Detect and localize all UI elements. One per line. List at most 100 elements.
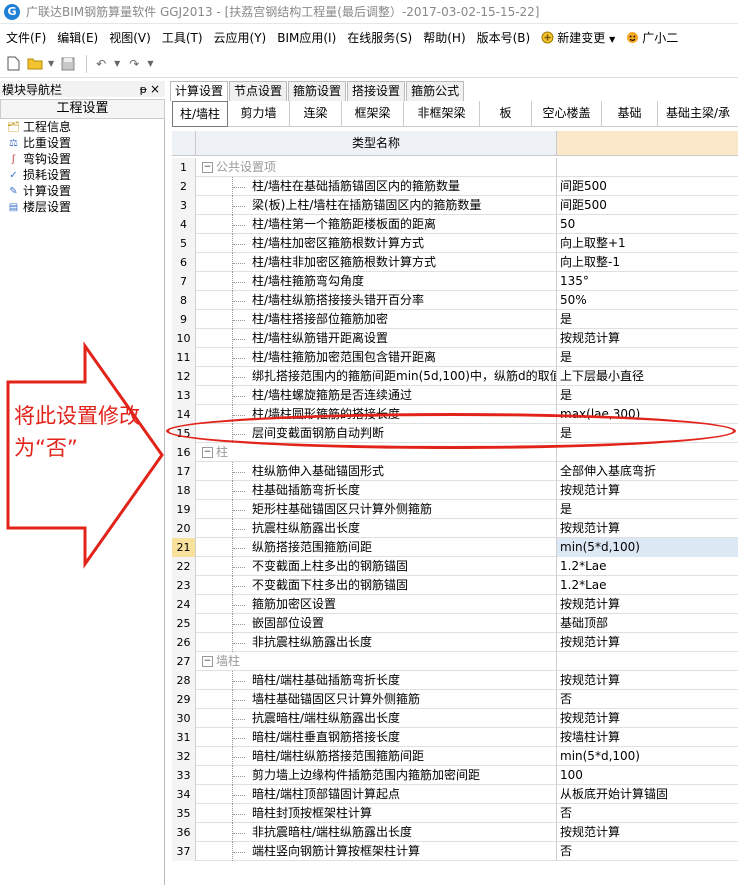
- subtab-nonframe-beam[interactable]: 非框架梁: [404, 101, 480, 127]
- menu-view[interactable]: 视图(V): [109, 29, 151, 46]
- setting-value-cell[interactable]: 135°: [557, 272, 738, 291]
- collapse-toggle-icon[interactable]: −: [202, 656, 213, 667]
- table-row[interactable]: 31 暗柱/端柱垂直钢筋搭接长度 按墙柱计算: [172, 728, 738, 747]
- table-row[interactable]: 20 抗震柱纵筋露出长度 按规范计算: [172, 519, 738, 538]
- table-row[interactable]: 10 柱/墙柱纵筋错开距离设置 按规范计算: [172, 329, 738, 348]
- chevron-down-icon[interactable]: ▼: [114, 59, 120, 68]
- setting-value-cell[interactable]: 50%: [557, 291, 738, 310]
- table-row[interactable]: 18 柱基础插筋弯折长度 按规范计算: [172, 481, 738, 500]
- undo-button[interactable]: ↶: [92, 55, 110, 73]
- new-file-button[interactable]: [4, 55, 22, 73]
- table-row[interactable]: 24 箍筋加密区设置 按规范计算: [172, 595, 738, 614]
- menu-online[interactable]: 在线服务(S): [347, 29, 412, 46]
- group-row[interactable]: 27− 墙柱: [172, 652, 738, 671]
- setting-value-cell[interactable]: max(lae,300): [557, 405, 738, 424]
- table-row[interactable]: 19 矩形柱基础锚固区只计算外侧箍筋 是: [172, 500, 738, 519]
- open-folder-button[interactable]: [26, 55, 44, 73]
- table-row[interactable]: 5 柱/墙柱加密区箍筋根数计算方式 向上取整+1: [172, 234, 738, 253]
- subtab-coupling-beam[interactable]: 连梁: [290, 101, 342, 127]
- setting-value-cell[interactable]: 间距500: [557, 196, 738, 215]
- setting-value-cell[interactable]: 按规范计算: [557, 481, 738, 500]
- setting-value-cell[interactable]: 是: [557, 424, 738, 443]
- menu-tools[interactable]: 工具(T): [162, 29, 203, 46]
- setting-value-cell[interactable]: 按规范计算: [557, 709, 738, 728]
- setting-value-cell[interactable]: 100: [557, 766, 738, 785]
- setting-value-cell[interactable]: 1.2*Lae: [557, 557, 738, 576]
- setting-value-cell[interactable]: 是: [557, 500, 738, 519]
- setting-value-cell[interactable]: min(5*d,100): [557, 538, 738, 557]
- setting-value-cell[interactable]: 是: [557, 386, 738, 405]
- table-row[interactable]: 32 暗柱/端柱纵筋搭接范围箍筋间距 min(5*d,100): [172, 747, 738, 766]
- tab-node-settings[interactable]: 节点设置: [229, 81, 288, 101]
- subtab-hollow-floor[interactable]: 空心楼盖: [532, 101, 602, 127]
- table-row[interactable]: 8 柱/墙柱纵筋搭接接头错开百分率 50%: [172, 291, 738, 310]
- tree-item-floor[interactable]: ▤ 楼层设置: [0, 199, 164, 215]
- setting-value-cell[interactable]: 否: [557, 690, 738, 709]
- subtab-slab[interactable]: 板: [480, 101, 532, 127]
- setting-value-cell[interactable]: 否: [557, 842, 738, 861]
- subtab-foundation-beam[interactable]: 基础主梁/承: [658, 101, 738, 127]
- setting-value-cell[interactable]: 按规范计算: [557, 823, 738, 842]
- table-row[interactable]: 22 不变截面上柱多出的钢筋锚固 1.2*Lae: [172, 557, 738, 576]
- menu-new-change[interactable]: 新建变更 ▼: [541, 29, 615, 46]
- group-row[interactable]: 1− 公共设置项: [172, 158, 738, 177]
- setting-value-cell[interactable]: 是: [557, 348, 738, 367]
- setting-value-cell[interactable]: 50: [557, 215, 738, 234]
- subtab-foundation[interactable]: 基础: [602, 101, 658, 127]
- table-row[interactable]: 25 嵌固部位设置 基础顶部: [172, 614, 738, 633]
- menu-bim[interactable]: BIM应用(I): [277, 29, 336, 46]
- collapse-toggle-icon[interactable]: −: [202, 447, 213, 458]
- table-row[interactable]: 36 非抗震暗柱/端柱纵筋露出长度 按规范计算: [172, 823, 738, 842]
- table-row[interactable]: 37 端柱竖向钢筋计算按框架柱计算 否: [172, 842, 738, 861]
- table-row[interactable]: 23 不变截面下柱多出的钢筋锚固 1.2*Lae: [172, 576, 738, 595]
- setting-value-cell[interactable]: 基础顶部: [557, 614, 738, 633]
- redo-button[interactable]: ↷: [125, 55, 143, 73]
- table-row[interactable]: 28 暗柱/端柱基础插筋弯折长度 按规范计算: [172, 671, 738, 690]
- setting-value-cell[interactable]: 1.2*Lae: [557, 576, 738, 595]
- table-row[interactable]: 11 柱/墙柱箍筋加密范围包含错开距离 是: [172, 348, 738, 367]
- group-row[interactable]: 16− 柱: [172, 443, 738, 462]
- nav-tab-project-settings[interactable]: 工程设置: [0, 99, 165, 119]
- table-row[interactable]: 13 柱/墙柱螺旋箍筋是否连续通过 是: [172, 386, 738, 405]
- setting-value-cell[interactable]: 按规范计算: [557, 671, 738, 690]
- table-row[interactable]: 9 柱/墙柱搭接部位箍筋加密 是: [172, 310, 738, 329]
- tab-stirrup-settings[interactable]: 箍筋设置: [288, 81, 347, 101]
- table-row[interactable]: 26 非抗震柱纵筋露出长度 按规范计算: [172, 633, 738, 652]
- table-row[interactable]: 14 柱/墙柱圆形箍筋的搭接长度 max(lae,300): [172, 405, 738, 424]
- setting-value-cell[interactable]: 上下层最小直径: [557, 367, 738, 386]
- table-row[interactable]: 12 绑扎搭接范围内的箍筋间距min(5d,100)中，纵筋d的取值 上下层最小直径: [172, 367, 738, 386]
- table-row[interactable]: 17 柱纵筋伸入基础锚固形式 全部伸入基底弯折: [172, 462, 738, 481]
- table-row[interactable]: 33 剪力墙上边缘构件插筋范围内箍筋加密间距 100: [172, 766, 738, 785]
- tab-stirrup-formula[interactable]: 箍筋公式: [406, 81, 465, 101]
- subtab-frame-beam[interactable]: 框架梁: [342, 101, 404, 127]
- setting-value-cell[interactable]: 按规范计算: [557, 329, 738, 348]
- close-icon[interactable]: ×: [150, 82, 160, 96]
- menu-cloud[interactable]: 云应用(Y): [214, 29, 267, 46]
- setting-value-cell[interactable]: 按规范计算: [557, 595, 738, 614]
- table-row[interactable]: 21 纵筋搭接范围箍筋间距 min(5*d,100): [172, 538, 738, 557]
- setting-value-cell[interactable]: 全部伸入基底弯折: [557, 462, 738, 481]
- tree-item-hook[interactable]: ʃ 弯钩设置: [0, 151, 164, 167]
- tree-item-project-info[interactable]: 🗂 工程信息: [0, 119, 164, 135]
- setting-value-cell[interactable]: 从板底开始计算锚固: [557, 785, 738, 804]
- menu-file[interactable]: 文件(F): [6, 29, 46, 46]
- collapse-toggle-icon[interactable]: −: [202, 162, 213, 173]
- tab-lap-settings[interactable]: 搭接设置: [347, 81, 406, 101]
- subtab-column[interactable]: 柱/墙柱: [172, 101, 228, 127]
- tree-item-weight[interactable]: ⚖ 比重设置: [0, 135, 164, 151]
- setting-value-cell[interactable]: 是: [557, 310, 738, 329]
- menu-help[interactable]: 帮助(H): [423, 29, 465, 46]
- setting-value-cell[interactable]: 向上取整-1: [557, 253, 738, 272]
- tree-item-calc[interactable]: ✎ 计算设置: [0, 183, 164, 199]
- setting-value-cell[interactable]: 按墙柱计算: [557, 728, 738, 747]
- subtab-shear-wall[interactable]: 剪力墙: [228, 101, 290, 127]
- tab-calc-settings[interactable]: 计算设置: [170, 81, 229, 101]
- table-row[interactable]: 29 墙柱基础锚固区只计算外侧箍筋 否: [172, 690, 738, 709]
- save-button[interactable]: [59, 55, 77, 73]
- setting-value-cell[interactable]: 按规范计算: [557, 519, 738, 538]
- chevron-down-icon[interactable]: ▼: [147, 59, 153, 68]
- setting-value-cell[interactable]: 间距500: [557, 177, 738, 196]
- table-row[interactable]: 3 梁(板)上柱/墙柱在插筋锚固区内的箍筋数量 间距500: [172, 196, 738, 215]
- pin-icon[interactable]: ᵽ: [140, 83, 147, 96]
- table-row[interactable]: 30 抗震暗柱/端柱纵筋露出长度 按规范计算: [172, 709, 738, 728]
